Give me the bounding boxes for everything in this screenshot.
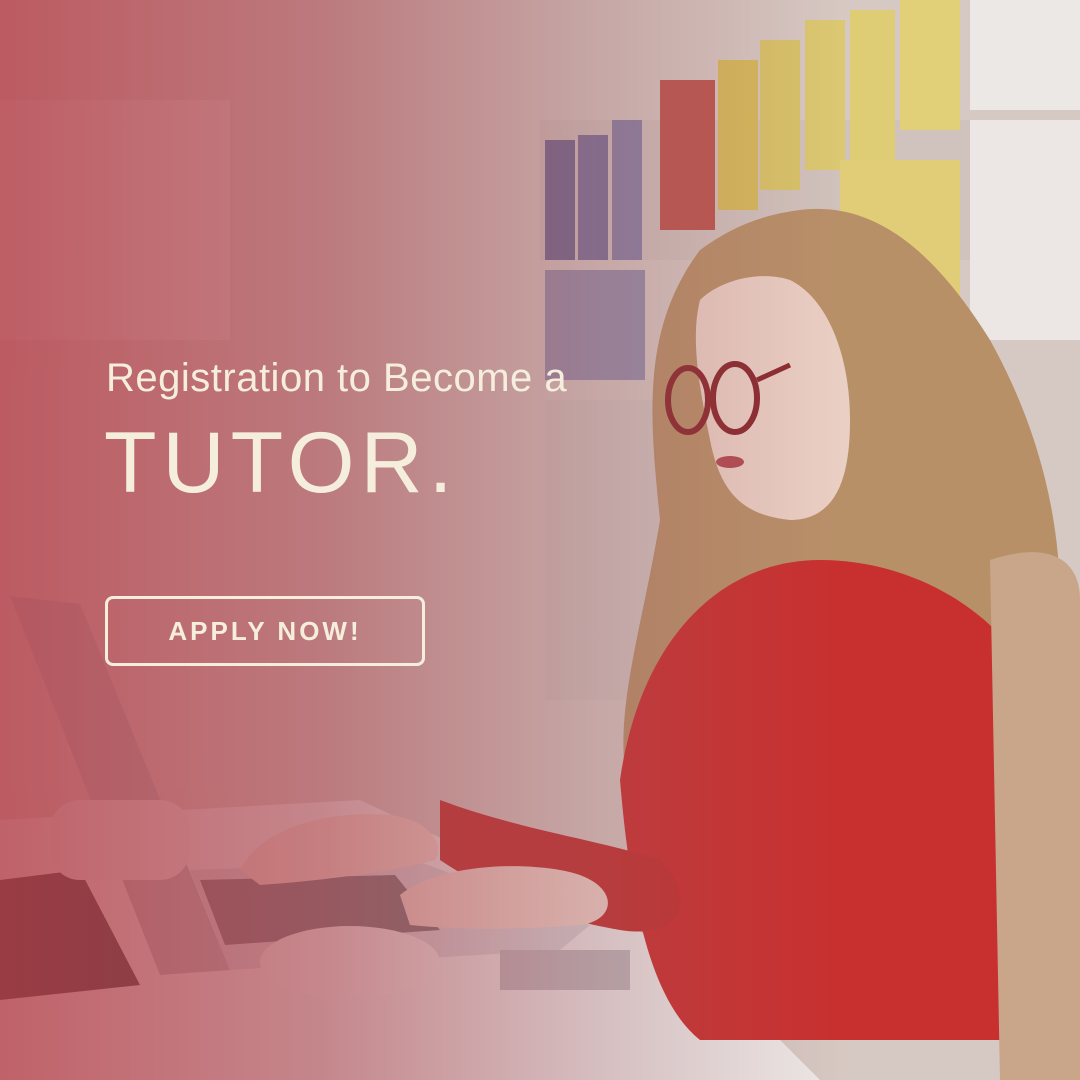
subtitle-text: Registration to Become a [106, 356, 568, 400]
tutor-banner: Registration to Become a TUTOR. APPLY NO… [0, 0, 1080, 1080]
color-gradient-overlay [0, 0, 1080, 1080]
apply-now-button[interactable]: APPLY NOW! [105, 596, 425, 666]
page-title: TUTOR. [104, 415, 459, 511]
